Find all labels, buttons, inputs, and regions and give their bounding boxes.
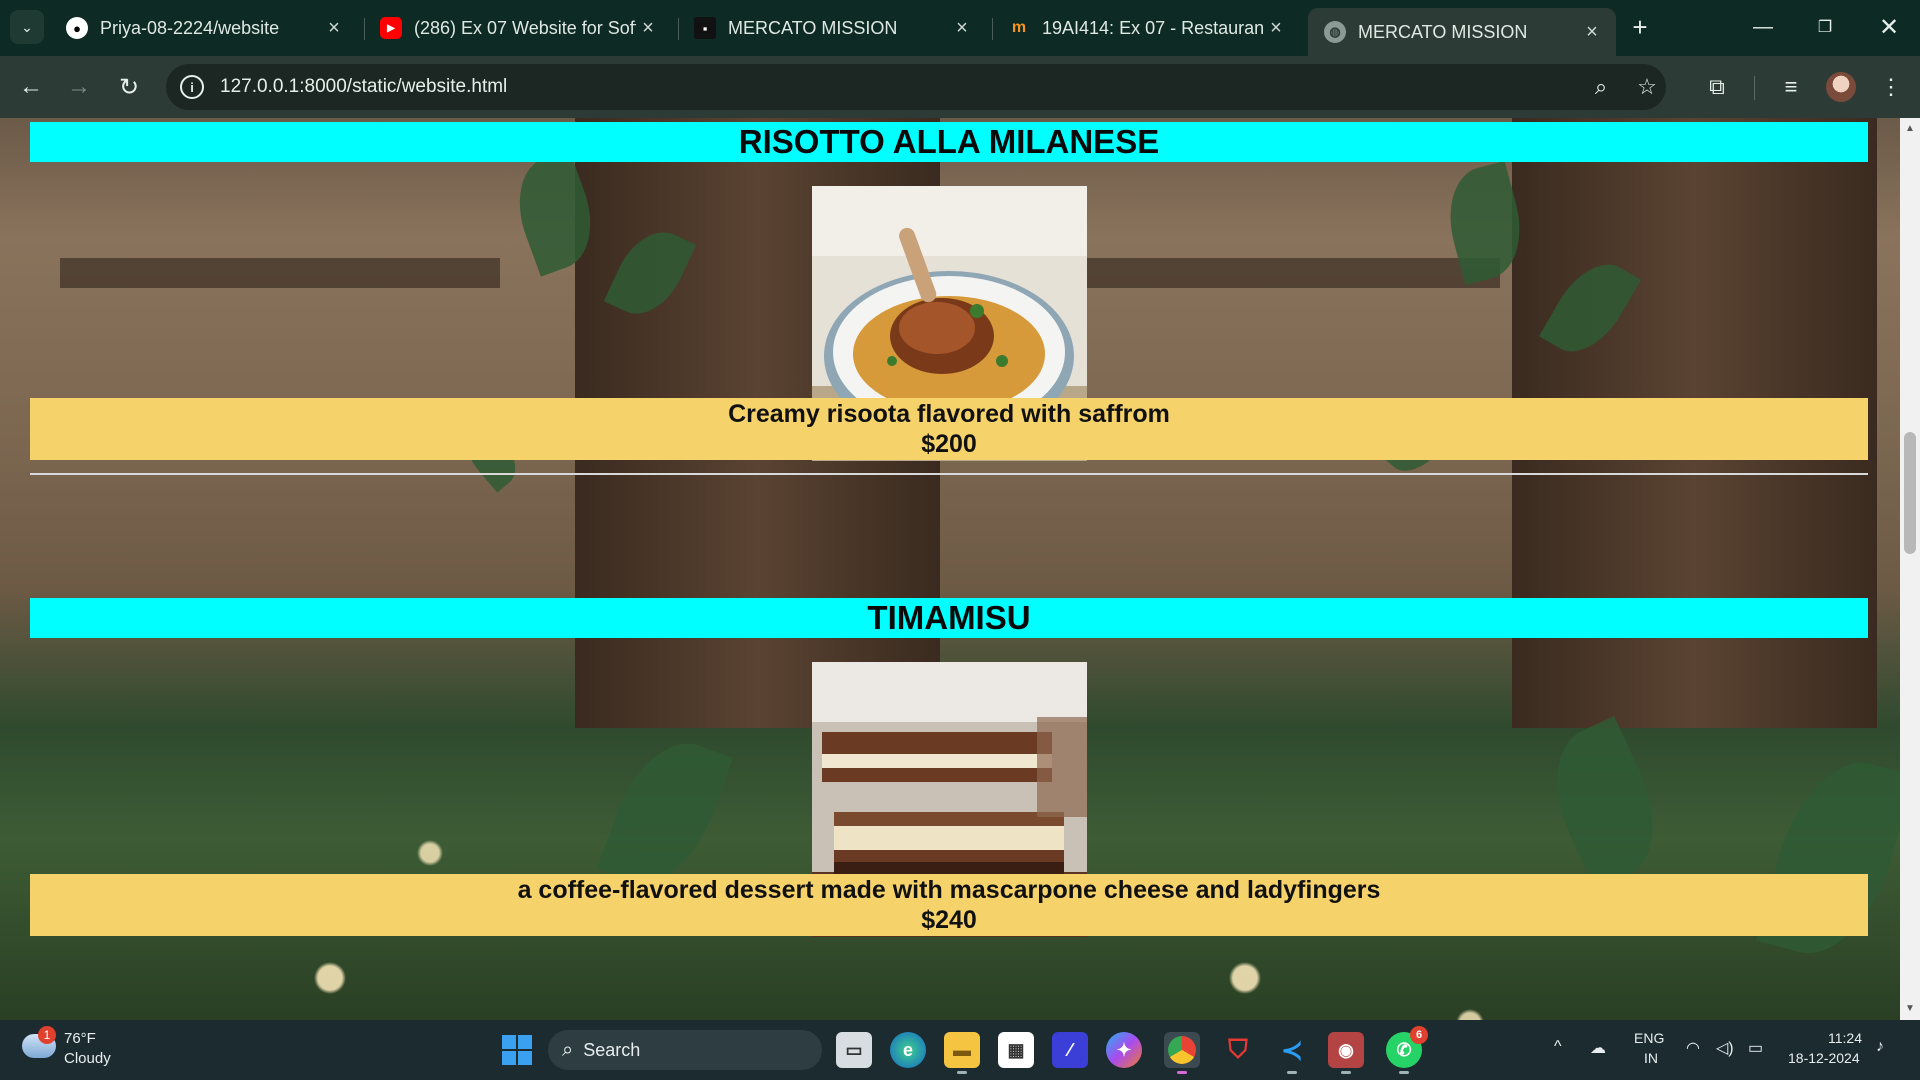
page-viewport: RISOTTO ALLA MILANESE Creamy risoota fla… — [0, 118, 1900, 1020]
scroll-up-arrow-icon[interactable]: ▲ — [1904, 122, 1916, 134]
running-indicator — [1287, 1071, 1297, 1074]
moodle-icon: m — [1011, 19, 1027, 36]
tab-strip: ⌄ ● Priya-08-2224/website × ▶ (286) Ex 0… — [0, 0, 1920, 56]
onedrive-cloud-icon[interactable]: ☁ — [1590, 1038, 1606, 1058]
running-indicator — [957, 1071, 967, 1074]
globe-icon: ◍ — [1324, 21, 1346, 43]
github-icon: ● — [66, 17, 88, 39]
whatsapp-icon[interactable]: ✆ 6 — [1386, 1026, 1428, 1074]
tab-github[interactable]: ● Priya-08-2224/website × — [50, 8, 358, 48]
copilot-icon[interactable]: ✦ — [1106, 1032, 1142, 1068]
windows-start-icon[interactable] — [502, 1035, 532, 1065]
minimize-icon[interactable]: — — [1738, 8, 1788, 46]
dish-description: a coffee-flavored dessert made with masc… — [517, 876, 1381, 904]
dish-title: RISOTTO ALLA MILANESE — [738, 123, 1160, 160]
close-icon[interactable]: × — [322, 17, 346, 40]
tab-mercato-1[interactable]: ▪ MERCATO MISSION × — [678, 8, 986, 48]
mcafee-shield-icon[interactable]: ⛉ — [1220, 1032, 1256, 1068]
background-table — [60, 258, 500, 288]
battery-icon[interactable]: ▭ — [1748, 1038, 1763, 1058]
wifi-icon[interactable]: ◠ — [1686, 1038, 1700, 1058]
back-arrow-icon[interactable]: ← — [14, 70, 48, 104]
zoom-icon[interactable]: ⌕ — [1586, 72, 1616, 102]
file-explorer-icon[interactable]: ▬ — [944, 1032, 980, 1074]
url-text[interactable]: 127.0.0.1:8000/static/website.html — [220, 76, 507, 98]
toolbar-divider — [1754, 76, 1755, 100]
scroll-thumb[interactable] — [1904, 432, 1916, 554]
microsoft-store-icon[interactable]: ▦ — [998, 1032, 1034, 1068]
tab-title: MERCATO MISSION — [1358, 21, 1528, 42]
media-queue-icon[interactable]: ≡ — [1774, 70, 1808, 104]
new-tab-plus-icon[interactable]: + — [1625, 12, 1655, 42]
close-window-icon[interactable]: ✕ — [1864, 8, 1914, 46]
edge-browser-icon[interactable]: e — [890, 1032, 926, 1068]
dish-description: Creamy risoota flavored with saffrom — [728, 400, 1170, 428]
tab-youtube[interactable]: ▶ (286) Ex 07 Website for Softw × — [364, 8, 672, 48]
close-icon[interactable]: × — [950, 17, 974, 40]
tab-title: MERCATO MISSION — [728, 17, 898, 38]
menu-kebab-icon[interactable]: ⋮ — [1874, 70, 1908, 104]
tab-title: Priya-08-2224/website — [100, 17, 280, 38]
scroll-down-arrow-icon[interactable]: ▼ — [1904, 1002, 1916, 1014]
background-leaf — [1532, 716, 1678, 890]
tab-moodle[interactable]: m 19AI414: Ex 07 - Restaurant W × — [992, 8, 1300, 48]
weather-badge: 1 — [38, 1026, 56, 1044]
tab-title: (286) Ex 07 Website for Softw — [414, 17, 636, 38]
tab-mercato-active[interactable]: ◍ MERCATO MISSION × — [1308, 8, 1616, 56]
profile-avatar[interactable] — [1826, 72, 1856, 102]
tab-search-chevron-icon[interactable]: ⌄ — [10, 10, 44, 44]
task-view-icon[interactable]: ▭ — [836, 1032, 872, 1068]
language-top[interactable]: ENG — [1634, 1030, 1664, 1046]
dish-price: $200 — [921, 430, 977, 458]
page-scrollbar[interactable]: ▲ ▼ — [1900, 118, 1920, 1020]
weather-temperature[interactable]: 76°F — [64, 1030, 96, 1047]
forward-arrow-icon[interactable]: → — [62, 70, 96, 104]
show-hidden-icons-chevron-icon[interactable]: ^ — [1554, 1038, 1562, 1056]
horizontal-rule — [30, 473, 1868, 475]
restore-icon[interactable]: ❐ — [1800, 8, 1850, 46]
close-icon[interactable]: × — [1580, 21, 1604, 44]
running-indicator — [1341, 1071, 1351, 1074]
language-bottom[interactable]: IN — [1644, 1050, 1658, 1066]
weather-condition[interactable]: Cloudy — [64, 1050, 111, 1067]
running-indicator — [1399, 1071, 1409, 1074]
edit-pen-app-icon[interactable]: ⁄ — [1052, 1032, 1088, 1068]
volume-icon[interactable]: ◁) — [1716, 1038, 1734, 1058]
page-icon: ▪ — [694, 17, 716, 39]
recorder-app-icon[interactable]: ◉ — [1328, 1032, 1364, 1074]
close-icon[interactable]: × — [1264, 17, 1288, 40]
dish-description-box: a coffee-flavored dessert made with masc… — [30, 874, 1868, 936]
address-bar[interactable]: i 127.0.0.1:8000/static/website.html ⌕ ☆ — [166, 64, 1666, 110]
windows-taskbar: 1 76°F Cloudy ⌕ Search ▭ e ▬ ▦ ⁄ ✦ ⛉ ≺ ◉… — [0, 1020, 1920, 1080]
dish-title: TIMAMISU — [867, 599, 1031, 636]
taskbar-search[interactable]: ⌕ Search — [548, 1030, 822, 1070]
reload-icon[interactable]: ↻ — [112, 70, 146, 104]
clock-time[interactable]: 11:24 — [1828, 1030, 1862, 1046]
search-label: Search — [583, 1039, 641, 1060]
dish-description-box: Creamy risoota flavored with saffrom $20… — [30, 398, 1868, 460]
vscode-icon[interactable]: ≺ — [1274, 1032, 1310, 1074]
dish-title-bar: TIMAMISU — [30, 598, 1868, 638]
bookmark-star-icon[interactable]: ☆ — [1632, 72, 1662, 102]
close-icon[interactable]: × — [636, 17, 660, 40]
browser-toolbar: ← → ↻ i 127.0.0.1:8000/static/website.ht… — [0, 56, 1920, 118]
search-icon: ⌕ — [562, 1038, 574, 1061]
clock-date[interactable]: 18-12-2024 — [1788, 1050, 1860, 1066]
site-info-icon[interactable]: i — [180, 75, 204, 99]
whatsapp-badge: 6 — [1410, 1026, 1428, 1044]
youtube-icon: ▶ — [380, 17, 402, 39]
notification-bell-icon[interactable]: ♪ — [1876, 1038, 1884, 1056]
dish-title-bar: RISOTTO ALLA MILANESE — [30, 122, 1868, 162]
dish-price: $240 — [921, 906, 977, 934]
active-indicator — [1177, 1071, 1187, 1074]
tab-title: 19AI414: Ex 07 - Restaurant W — [1042, 17, 1264, 38]
extensions-puzzle-icon[interactable]: ⧉ — [1700, 70, 1734, 104]
chrome-icon[interactable] — [1164, 1032, 1200, 1074]
